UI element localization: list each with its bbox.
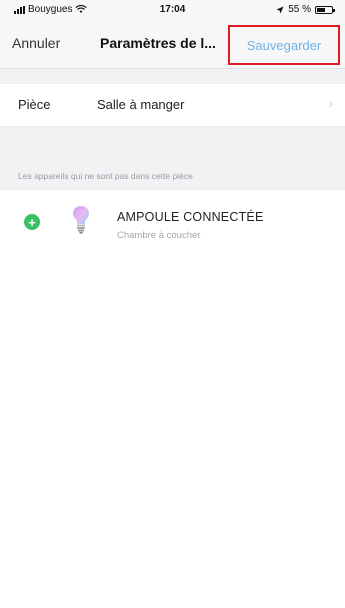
empty-content-area xyxy=(0,261,345,608)
device-row: + AMPOULE CONNECTÉE Chambre à coucher xyxy=(0,189,345,262)
device-room: Chambre à coucher xyxy=(117,230,201,241)
bulb-icon xyxy=(73,206,89,234)
battery-percent: 55 % xyxy=(288,4,311,15)
room-value: Salle à manger xyxy=(97,97,185,112)
status-bar: Bouygues 17:04 55 % xyxy=(0,0,345,20)
nav-bar: Annuler Paramètres de l... Sauvegarder xyxy=(0,20,345,69)
add-icon[interactable]: + xyxy=(24,214,40,230)
location-icon xyxy=(276,6,284,13)
page-title: Paramètres de l... xyxy=(100,35,216,51)
cancel-button[interactable]: Annuler xyxy=(12,35,60,51)
section-header: Les appareils qui ne sont pas dans cette… xyxy=(18,171,193,181)
save-button[interactable]: Sauvegarder xyxy=(228,25,340,65)
chevron-right-icon: › xyxy=(328,95,333,111)
room-label: Pièce xyxy=(18,97,51,112)
app-screen: Bouygues 17:04 55 % Annuler Paramètres d… xyxy=(0,0,345,608)
status-right: 55 % xyxy=(276,4,335,15)
battery-icon xyxy=(315,5,335,14)
room-selector-row[interactable]: Pièce Salle à manger › xyxy=(0,83,345,127)
device-name: AMPOULE CONNECTÉE xyxy=(117,210,264,224)
